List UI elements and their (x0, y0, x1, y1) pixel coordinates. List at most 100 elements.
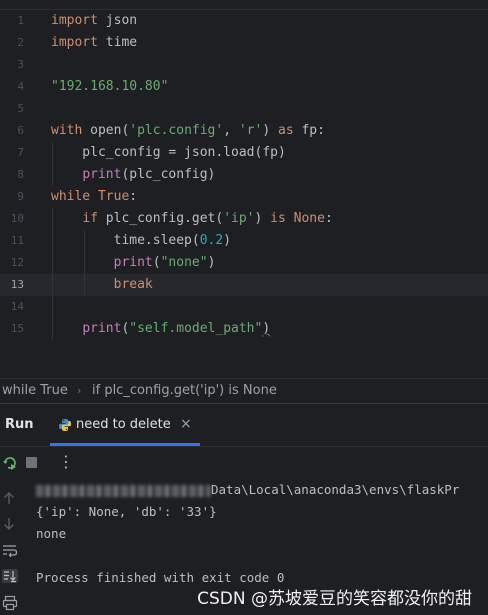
code-line[interactable]: 11 time.sleep(0.2) (0, 230, 488, 252)
code-line[interactable]: 1 import json (0, 10, 488, 32)
run-tab-label: need to delete (76, 417, 171, 432)
code-token: ) (223, 233, 232, 248)
line-number: 3 (17, 58, 24, 71)
code-line[interactable]: 4 "192.168.10.80" (0, 76, 488, 98)
breadcrumb-item-while[interactable]: while True (2, 379, 68, 403)
close-icon[interactable]: × (180, 416, 192, 432)
code-line[interactable]: 12 print("none") (0, 252, 488, 274)
code-token: time.sleep( (51, 233, 200, 248)
code-text: break (51, 274, 153, 296)
redacted-path (36, 484, 211, 497)
code-token: True (97, 189, 130, 204)
code-text: while True: (51, 186, 137, 208)
code-text: print("none") (51, 252, 216, 274)
more-icon[interactable]: ⋮ (58, 452, 74, 472)
rerun-icon[interactable] (2, 455, 18, 471)
code-token: ( (152, 255, 161, 270)
code-editor[interactable]: 1 import json 2 import time 3 4 "192.168.10.80… (0, 0, 488, 378)
code-line[interactable]: 7 plc_config = json.load(fp) (0, 142, 488, 164)
line-number: 6 (17, 124, 24, 137)
code-line[interactable]: 6 with open('plc.config', 'r') as fp: (0, 120, 488, 142)
python-file-icon (59, 419, 71, 431)
down-arrow-icon[interactable] (2, 517, 16, 531)
code-text: "192.168.10.80" (51, 76, 168, 98)
code-line[interactable]: 3 (0, 54, 488, 76)
code-token: json (97, 13, 138, 28)
run-panel-title[interactable]: Run (5, 417, 34, 432)
run-toolbar: ⋮ (0, 446, 488, 479)
code-token: , (223, 123, 239, 138)
line-number: 11 (10, 234, 24, 247)
breadcrumb-separator: › (77, 384, 82, 397)
code-token: ) (254, 211, 271, 226)
code-token: "192.168.10.80" (51, 79, 169, 94)
up-arrow-icon[interactable] (2, 491, 16, 505)
code-text: print("self.model_path") (51, 318, 270, 340)
line-number: 4 (17, 80, 24, 93)
console-path-suffix: Data\Local\anaconda3\envs\flaskPr (211, 482, 460, 497)
console-line: none (36, 526, 67, 541)
code-token: ) (262, 123, 278, 138)
code-line[interactable]: 9 while True: (0, 186, 488, 208)
code-text: with open('plc.config', 'r') as fp: (51, 120, 325, 142)
line-number: 2 (17, 36, 24, 49)
code-token: if (82, 211, 98, 226)
code-text: import json (51, 10, 137, 32)
code-token: ) (207, 255, 216, 270)
code-line[interactable]: 2 import time (0, 32, 488, 54)
code-token: time (97, 35, 138, 50)
code-token: import (51, 35, 98, 50)
console-line: {'ip': None, 'db': '33'} (36, 504, 217, 519)
line-number: 15 (10, 322, 24, 335)
code-token: is (270, 211, 286, 226)
print-icon[interactable] (2, 595, 18, 611)
code-token: 'r' (238, 123, 263, 138)
code-text: print(plc_config) (51, 164, 215, 186)
code-token: print (82, 321, 122, 336)
code-token: "self.model_path" (129, 321, 263, 336)
breadcrumb-item-if[interactable]: if plc_config.get('ip') is None (92, 379, 277, 403)
code-line[interactable]: 15 print("self.model_path") (0, 318, 488, 340)
code-token: (plc_config) (121, 167, 216, 182)
code-token: import (51, 13, 98, 28)
line-number: 9 (17, 190, 24, 203)
scroll-to-end-icon[interactable] (2, 569, 18, 583)
watermark: CSDN @苏坡爱豆的笑容都没你的甜 (197, 589, 472, 609)
run-tab-need-to-delete[interactable]: need to delete × (50, 404, 200, 446)
console-side-toolbar (0, 479, 22, 615)
code-token: ) (262, 321, 271, 336)
stop-icon[interactable] (26, 457, 37, 468)
indent-guide (52, 142, 53, 186)
soft-wrap-icon[interactable] (2, 543, 18, 557)
code-line[interactable]: 14 (0, 296, 488, 318)
line-number: 14 (10, 300, 24, 313)
line-number: 8 (17, 168, 24, 181)
code-token: : (129, 189, 138, 204)
code-token: : (324, 211, 333, 226)
code-line[interactable]: 5 (0, 98, 488, 120)
code-token: print (82, 167, 122, 182)
code-text: time.sleep(0.2) (51, 230, 231, 252)
line-number: 13 (10, 278, 24, 291)
run-panel-header: Run need to delete × (0, 403, 488, 446)
indent-guide (84, 230, 85, 296)
code-token: "none" (160, 255, 208, 270)
code-text: if plc_config.get('ip') is None: (51, 208, 333, 230)
code-token: with (51, 123, 83, 138)
code-token: fp: (293, 123, 325, 138)
code-token: print (113, 255, 153, 270)
console-command-line: Data\Local\anaconda3\envs\flaskPr (36, 479, 459, 501)
code-line[interactable]: 13 break (0, 274, 488, 296)
indent-guide (52, 208, 53, 340)
code-token: plc_config.get( (97, 211, 224, 226)
code-token: while (51, 189, 91, 204)
code-line[interactable]: 8 print(plc_config) (0, 164, 488, 186)
breadcrumb: while True › if plc_config.get('ip') is … (0, 378, 488, 403)
code-line[interactable]: 10 if plc_config.get('ip') is None: (0, 208, 488, 230)
line-number: 12 (10, 256, 24, 269)
code-token: 'plc.config' (129, 123, 224, 138)
